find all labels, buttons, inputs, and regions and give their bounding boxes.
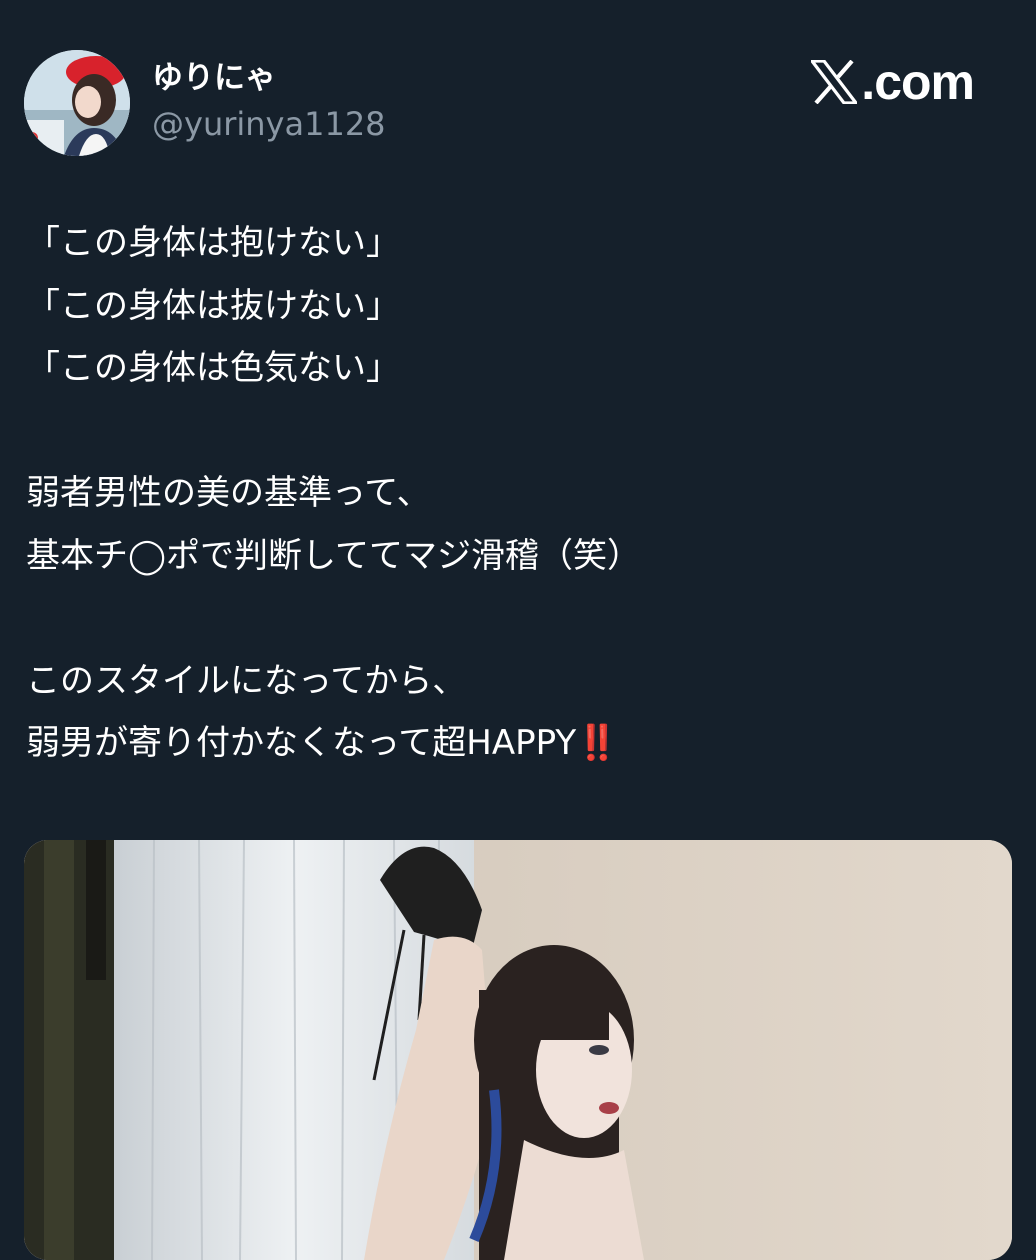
x-logo[interactable]: .com [811, 54, 975, 110]
tweet-line: 基本チ◯ポで判断しててマジ滑稽（笑） [26, 535, 642, 576]
tweet-media-photo[interactable] [24, 840, 1012, 1260]
user-handle[interactable]: @yurinya1128 [152, 104, 386, 144]
tweet-line: 「この身体は抜けない」 [26, 285, 400, 326]
avatar-photo-icon [24, 50, 130, 156]
tweet-line: 弱者男性の美の基準って、 [26, 473, 431, 513]
tweet-line: このスタイルになってから、 [26, 660, 467, 701]
tweet-line: 「この身体は色気ない」 [26, 348, 400, 388]
display-name[interactable]: ゆりにゃ [152, 58, 276, 98]
tweet-text: 「この身体は抱けない」 「この身体は抜けない」 「この身体は色気ない」 弱者男性… [26, 212, 1016, 775]
double-exclamation-icon: ‼️ [576, 723, 618, 763]
avatar[interactable] [24, 50, 130, 156]
tweet-card: ゆりにゃ @yurinya1128 .com 「この身体は抱けない」 「この身体… [0, 0, 1036, 1260]
photo-image [24, 840, 1012, 1260]
x-logo-icon [811, 60, 858, 104]
tweet-line-last: 弱男が寄り付かなくなって超HAPPY‼️ [26, 712, 1016, 775]
tweet-line-text: 弱男が寄り付かなくなって超HAPPY [26, 723, 577, 763]
tweet-line: 「この身体は抱けない」 [26, 223, 400, 263]
x-logo-domain: .com [861, 54, 975, 110]
